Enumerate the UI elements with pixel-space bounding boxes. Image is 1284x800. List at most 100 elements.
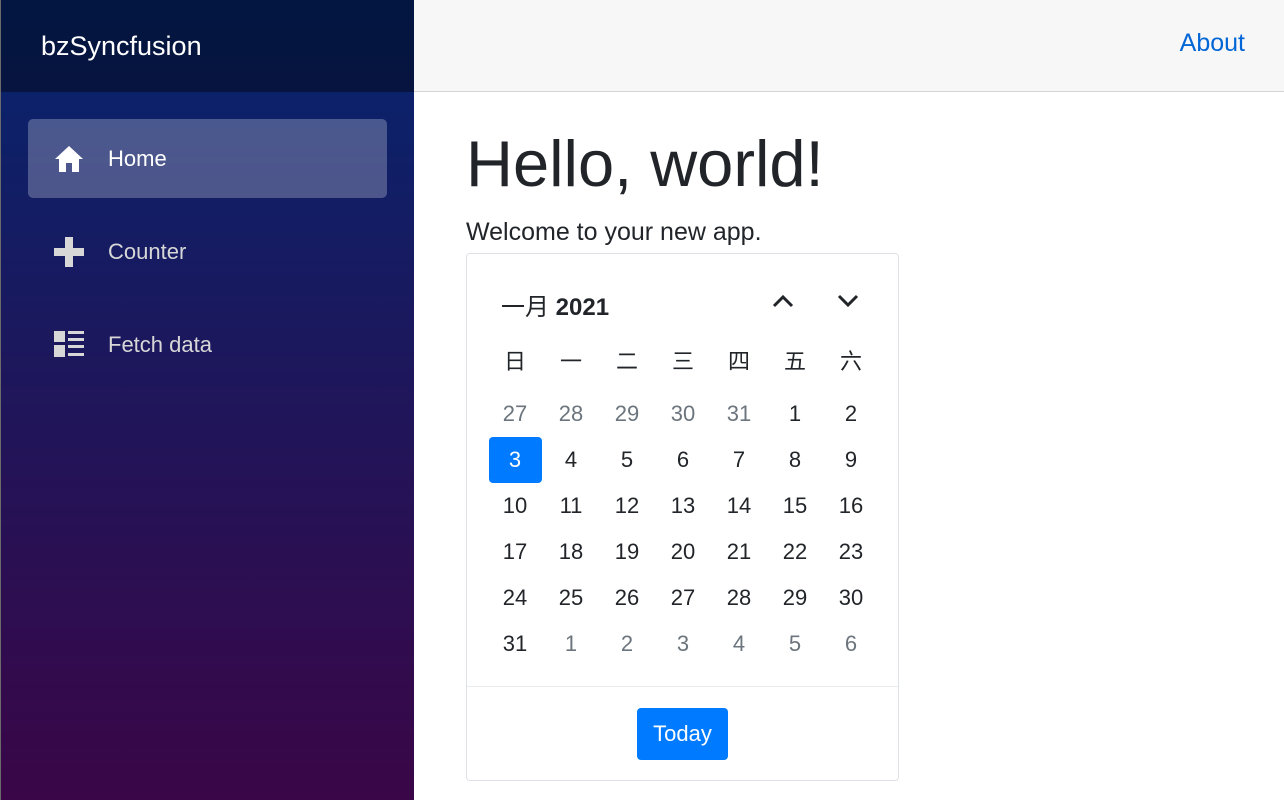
calendar-day[interactable]: 5 bbox=[767, 621, 823, 667]
calendar-day[interactable]: 24 bbox=[487, 575, 543, 621]
calendar-day-label: 2 bbox=[844, 401, 858, 426]
calendar-day-label: 19 bbox=[614, 539, 640, 564]
calendar-prev-button[interactable] bbox=[767, 288, 799, 318]
calendar-day-label: 30 bbox=[838, 585, 864, 610]
calendar-day-label: 2 bbox=[620, 631, 634, 656]
calendar-day[interactable]: 3 bbox=[655, 621, 711, 667]
about-link[interactable]: About bbox=[1180, 29, 1245, 58]
list-rich-icon bbox=[54, 330, 84, 360]
sidebar-item-counter[interactable]: Counter bbox=[28, 212, 387, 291]
calendar-day-label: 29 bbox=[614, 401, 640, 426]
calendar-day[interactable]: 26 bbox=[599, 575, 655, 621]
weekday-header: 六 bbox=[839, 349, 862, 374]
calendar-day[interactable]: 2 bbox=[599, 621, 655, 667]
home-icon bbox=[54, 144, 84, 174]
calendar-day[interactable]: 22 bbox=[767, 529, 823, 575]
calendar-day[interactable]: 17 bbox=[487, 529, 543, 575]
calendar-day[interactable]: 27 bbox=[655, 575, 711, 621]
calendar-day-label: 23 bbox=[838, 539, 864, 564]
calendar-day[interactable]: 2 bbox=[823, 391, 879, 437]
page-title: Hello, world! bbox=[466, 127, 824, 200]
calendar-day[interactable]: 29 bbox=[767, 575, 823, 621]
calendar-day-label: 10 bbox=[502, 493, 528, 518]
calendar-day-label: 11 bbox=[559, 493, 583, 518]
calendar-day[interactable]: 28 bbox=[711, 575, 767, 621]
calendar-day[interactable]: 6 bbox=[655, 437, 711, 483]
chevron-down-icon bbox=[837, 294, 859, 313]
calendar-day[interactable]: 23 bbox=[823, 529, 879, 575]
calendar-day[interactable]: 12 bbox=[599, 483, 655, 529]
calendar-day[interactable]: 29 bbox=[599, 391, 655, 437]
calendar-next-button[interactable] bbox=[832, 288, 864, 318]
calendar-day[interactable]: 9 bbox=[823, 437, 879, 483]
calendar-week-row: 17 18 19 20 21 22 23 bbox=[487, 529, 879, 575]
calendar-day-label: 29 bbox=[782, 585, 808, 610]
calendar-day-label: 5 bbox=[788, 631, 802, 656]
calendar-day-label: 18 bbox=[558, 539, 584, 564]
calendar-day[interactable]: 28 bbox=[543, 391, 599, 437]
calendar-day[interactable]: 19 bbox=[599, 529, 655, 575]
calendar-day[interactable]: 11 bbox=[543, 483, 599, 529]
calendar-day[interactable]: 31 bbox=[711, 391, 767, 437]
calendar-day[interactable]: 21 bbox=[711, 529, 767, 575]
sidebar-item-home[interactable]: Home bbox=[28, 119, 387, 198]
calendar: 一月 2021 日一二三四五六 27 28 29 30 31 1 2 3 4 5 6 7 8 9 10 11 1… bbox=[466, 253, 899, 781]
calendar-day-label: 16 bbox=[838, 493, 864, 518]
calendar-day[interactable]: 14 bbox=[711, 483, 767, 529]
calendar-grid: 27 28 29 30 31 1 2 3 4 5 6 7 8 9 10 11 12 13 14 15 16 17 18 19 2… bbox=[487, 391, 879, 667]
nav-menu: Home Counter Fetch data bbox=[1, 92, 414, 384]
calendar-header: 一月 2021 bbox=[467, 254, 898, 350]
calendar-day-label: 31 bbox=[726, 401, 752, 426]
calendar-day-label: 3 bbox=[676, 631, 690, 656]
calendar-day-label: 25 bbox=[558, 585, 584, 610]
calendar-day-label: 8 bbox=[788, 447, 802, 472]
calendar-day[interactable]: 1 bbox=[767, 391, 823, 437]
calendar-day[interactable]: 15 bbox=[767, 483, 823, 529]
brand-link[interactable]: bzSyncfusion bbox=[41, 31, 202, 62]
welcome-text: Welcome to your new app. bbox=[466, 218, 762, 246]
calendar-day-label: 27 bbox=[670, 585, 696, 610]
calendar-day-selected[interactable]: 3 bbox=[487, 437, 543, 483]
calendar-day[interactable]: 25 bbox=[543, 575, 599, 621]
calendar-day[interactable]: 30 bbox=[823, 575, 879, 621]
calendar-day-label: 22 bbox=[782, 539, 808, 564]
calendar-day[interactable]: 8 bbox=[767, 437, 823, 483]
calendar-day[interactable]: 7 bbox=[711, 437, 767, 483]
calendar-day[interactable]: 31 bbox=[487, 621, 543, 667]
calendar-day[interactable]: 13 bbox=[655, 483, 711, 529]
weekday-header: 一 bbox=[559, 349, 582, 374]
calendar-day[interactable]: 16 bbox=[823, 483, 879, 529]
weekday-header: 三 bbox=[671, 349, 694, 374]
today-button[interactable]: Today bbox=[637, 708, 728, 760]
calendar-day[interactable]: 30 bbox=[655, 391, 711, 437]
calendar-day-label: 1 bbox=[788, 401, 802, 426]
calendar-week-row: 34 5 6 7 8 9 bbox=[487, 437, 879, 483]
calendar-footer: Today bbox=[467, 686, 898, 781]
calendar-day[interactable]: 18 bbox=[543, 529, 599, 575]
calendar-day[interactable]: 1 bbox=[543, 621, 599, 667]
sidebar-item-fetch-data[interactable]: Fetch data bbox=[28, 305, 387, 384]
calendar-day-label: 6 bbox=[844, 631, 858, 656]
calendar-day[interactable]: 4 bbox=[711, 621, 767, 667]
calendar-day[interactable]: 27 bbox=[487, 391, 543, 437]
calendar-day[interactable]: 6 bbox=[823, 621, 879, 667]
calendar-day-label: 30 bbox=[670, 401, 696, 426]
calendar-day[interactable]: 4 bbox=[543, 437, 599, 483]
calendar-title[interactable]: 一月 2021 bbox=[501, 287, 609, 322]
calendar-day-label: 15 bbox=[782, 493, 808, 518]
calendar-day-label: 27 bbox=[502, 401, 528, 426]
calendar-day[interactable]: 20 bbox=[655, 529, 711, 575]
calendar-day-label: 21 bbox=[726, 539, 752, 564]
calendar-month: 一月 bbox=[501, 294, 549, 321]
sidebar: bzSyncfusion Home Counter Fetch data bbox=[0, 0, 414, 800]
sidebar-item-label: Fetch data bbox=[108, 331, 212, 357]
calendar-day[interactable]: 10 bbox=[487, 483, 543, 529]
weekday-header: 日 bbox=[503, 349, 526, 374]
calendar-day-label: 1 bbox=[564, 631, 578, 656]
calendar-day-label: 4 bbox=[564, 447, 578, 472]
calendar-weekdays: 日一二三四五六 bbox=[487, 344, 879, 376]
plus-icon bbox=[54, 236, 84, 267]
weekday-header: 四 bbox=[727, 349, 750, 374]
calendar-day-label: 12 bbox=[614, 493, 640, 518]
calendar-day[interactable]: 5 bbox=[599, 437, 655, 483]
